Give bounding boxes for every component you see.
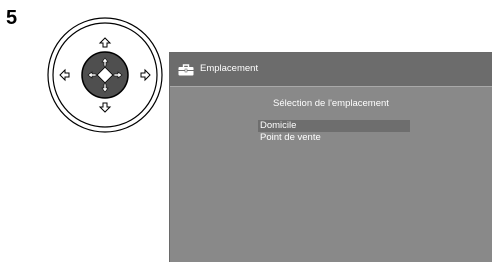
step-number: 5 [6, 7, 18, 29]
location-option-list: Domicile Point de vente [258, 120, 410, 144]
option-domicile[interactable]: Domicile [258, 120, 410, 132]
title-divider [170, 86, 492, 87]
menu-title-bar: Emplacement [170, 53, 492, 86]
dialog-heading: Sélection de l'emplacement [273, 98, 389, 109]
menu-title: Emplacement [200, 63, 259, 74]
remote-control-pad [46, 16, 164, 134]
enter-button[interactable] [81, 51, 129, 99]
toolbox-icon [178, 63, 194, 76]
option-point-de-vente[interactable]: Point de vente [258, 132, 410, 144]
tv-menu-screen: Emplacement Sélection de l'emplacement D… [169, 52, 492, 262]
